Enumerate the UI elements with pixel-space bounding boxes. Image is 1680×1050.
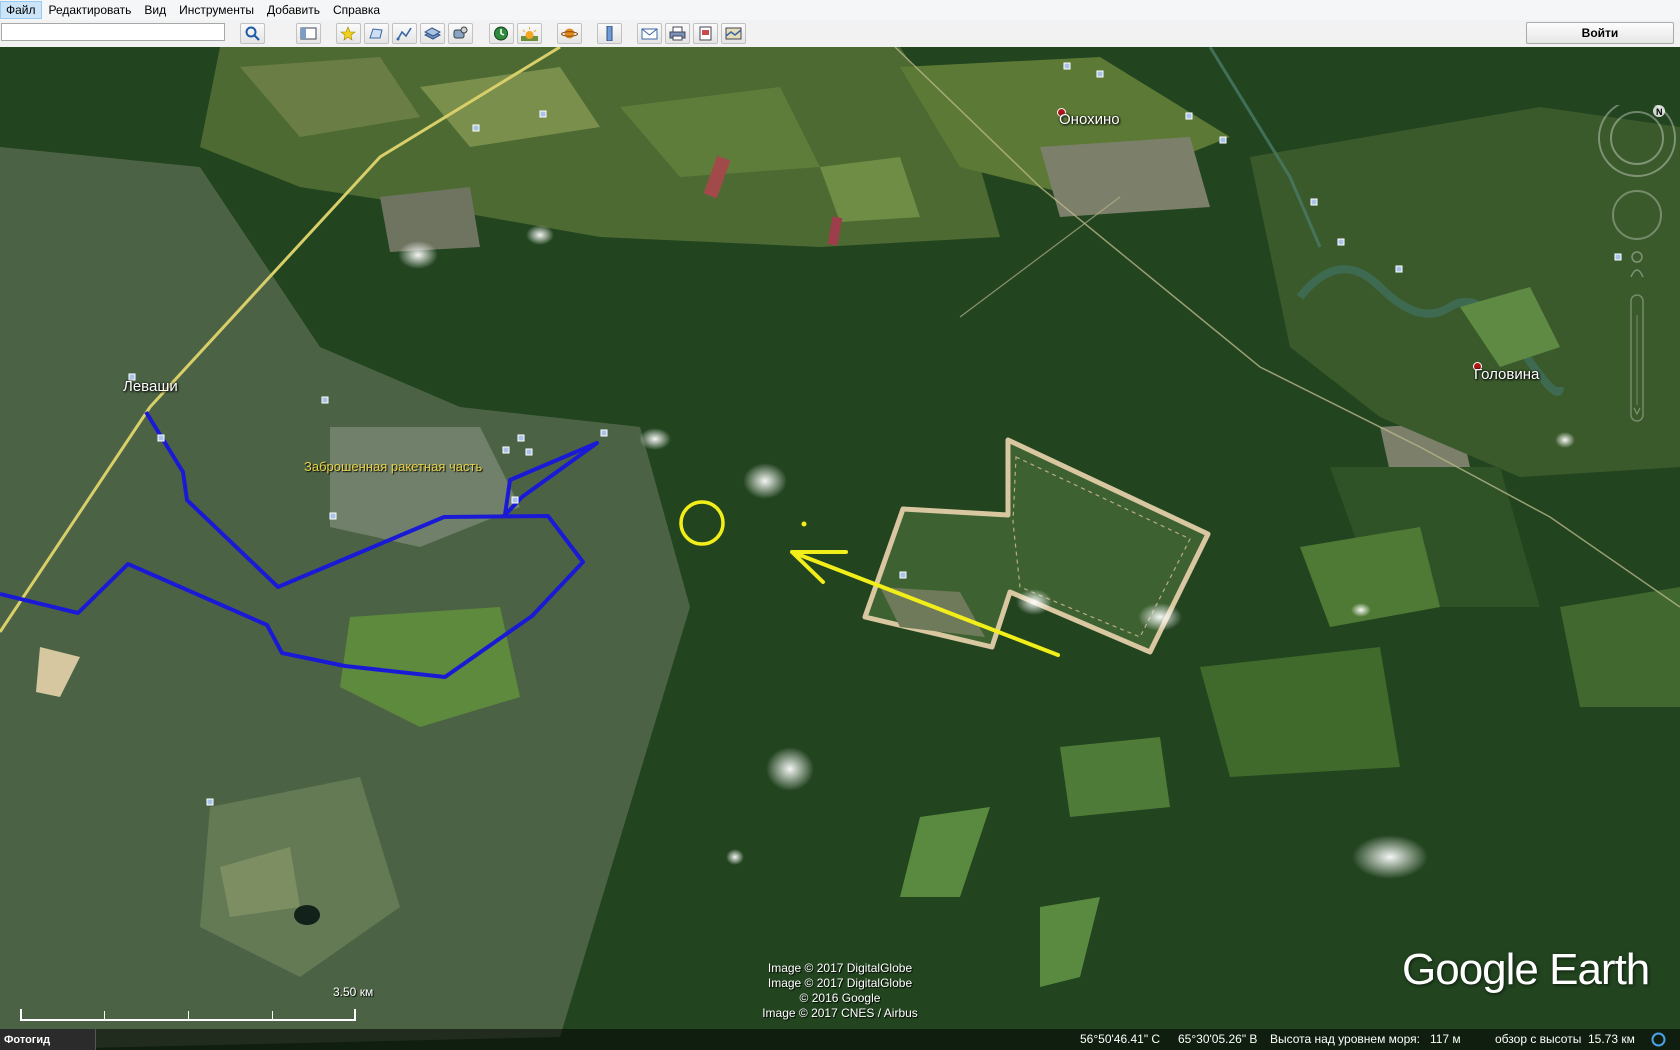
email-icon (641, 28, 658, 40)
menu-file[interactable]: Файл (0, 1, 42, 19)
save-image-button[interactable] (693, 23, 718, 44)
ruler-icon (606, 26, 613, 41)
add-polygon-button[interactable] (364, 23, 389, 44)
credit-line: © 2016 Google (799, 991, 881, 1005)
add-placemark-button[interactable] (336, 23, 361, 44)
sunlight-icon (521, 27, 538, 41)
print-button[interactable] (665, 23, 690, 44)
placemark-icon (340, 26, 356, 41)
email-button[interactable] (637, 23, 662, 44)
sidebar-button[interactable] (296, 23, 321, 44)
search-input[interactable] (1, 23, 225, 41)
menu-view[interactable]: Вид (138, 1, 172, 19)
zoom-slider[interactable] (1630, 294, 1644, 422)
google-earth-logo: Google Earth (1402, 945, 1650, 994)
latitude-readout: 56°50'46.41" С (1080, 1032, 1161, 1046)
menu-help[interactable]: Справка (327, 1, 386, 19)
print-icon (669, 26, 686, 41)
navigation-controls[interactable]: N (1596, 105, 1678, 445)
add-path-button[interactable] (392, 23, 417, 44)
search-icon (245, 26, 260, 41)
record-tour-button[interactable] (448, 23, 473, 44)
credit-line: Image © 2017 DigitalGlobe (767, 961, 913, 975)
historical-imagery-icon (494, 26, 508, 41)
toolbar: Войти (0, 20, 1680, 48)
longitude-readout: 65°30'05.26" В (1178, 1032, 1258, 1046)
ruler-button[interactable] (597, 23, 622, 44)
sidebar-icon (300, 27, 317, 40)
save-image-icon (699, 26, 712, 41)
place-label-golovina[interactable]: Головина (1474, 366, 1539, 383)
credit-line: Image © 2017 DigitalGlobe (767, 976, 913, 990)
imagery-credits: Image © 2017 DigitalGlobe Image © 2017 D… (700, 961, 980, 1021)
look-control-icon[interactable] (1612, 190, 1662, 240)
planets-button[interactable] (557, 23, 582, 44)
menu-edit[interactable]: Редактировать (43, 1, 138, 19)
scale-label: 3.50 км (333, 985, 374, 999)
overlay-icon (424, 27, 441, 40)
menu-tools[interactable]: Инструменты (173, 1, 260, 19)
scale-bar (20, 1009, 356, 1021)
map-view[interactable]: Леваши Онохино Головина Заброшенная раке… (0, 47, 1680, 1050)
compass-ring-icon[interactable]: N (1598, 105, 1676, 177)
add-overlay-button[interactable] (420, 23, 445, 44)
maps-view-icon (725, 27, 742, 40)
search-button[interactable] (240, 23, 265, 44)
streaming-progress-icon (1651, 1032, 1666, 1047)
tour-guide-button[interactable]: Фотогид (0, 1029, 96, 1050)
menu-add[interactable]: Добавить (261, 1, 326, 19)
satellite-imagery (0, 47, 1680, 1050)
historical-imagery-button[interactable] (489, 23, 514, 44)
sign-in-button[interactable]: Войти (1526, 22, 1674, 44)
credit-line: Image © 2017 CNES / Airbus (762, 1006, 918, 1020)
menu-bar: Файл Редактировать Вид Инструменты Добав… (0, 0, 1680, 21)
tour-icon (453, 26, 468, 39)
street-view-pegman-icon[interactable] (1630, 251, 1644, 278)
eye-altitude-readout: обзор с высоты 15.73 км (1495, 1032, 1635, 1046)
status-bar: Фотогид 56°50'46.41" С 65°30'05.26" В Вы… (0, 1029, 1680, 1050)
poi-label-missile-base[interactable]: Заброшенная ракетная часть (304, 459, 482, 474)
maps-view-button[interactable] (721, 23, 746, 44)
planets-icon (561, 28, 578, 39)
svg-text:N: N (1656, 107, 1663, 117)
polygon-icon (369, 28, 383, 39)
path-icon (396, 27, 412, 41)
place-label-levashi[interactable]: Леваши (123, 378, 178, 395)
place-label-onokhino[interactable]: Онохино (1059, 111, 1120, 128)
sunlight-button[interactable] (517, 23, 542, 44)
elevation-readout: Высота над уровнем моря: 117 м (1270, 1032, 1461, 1046)
